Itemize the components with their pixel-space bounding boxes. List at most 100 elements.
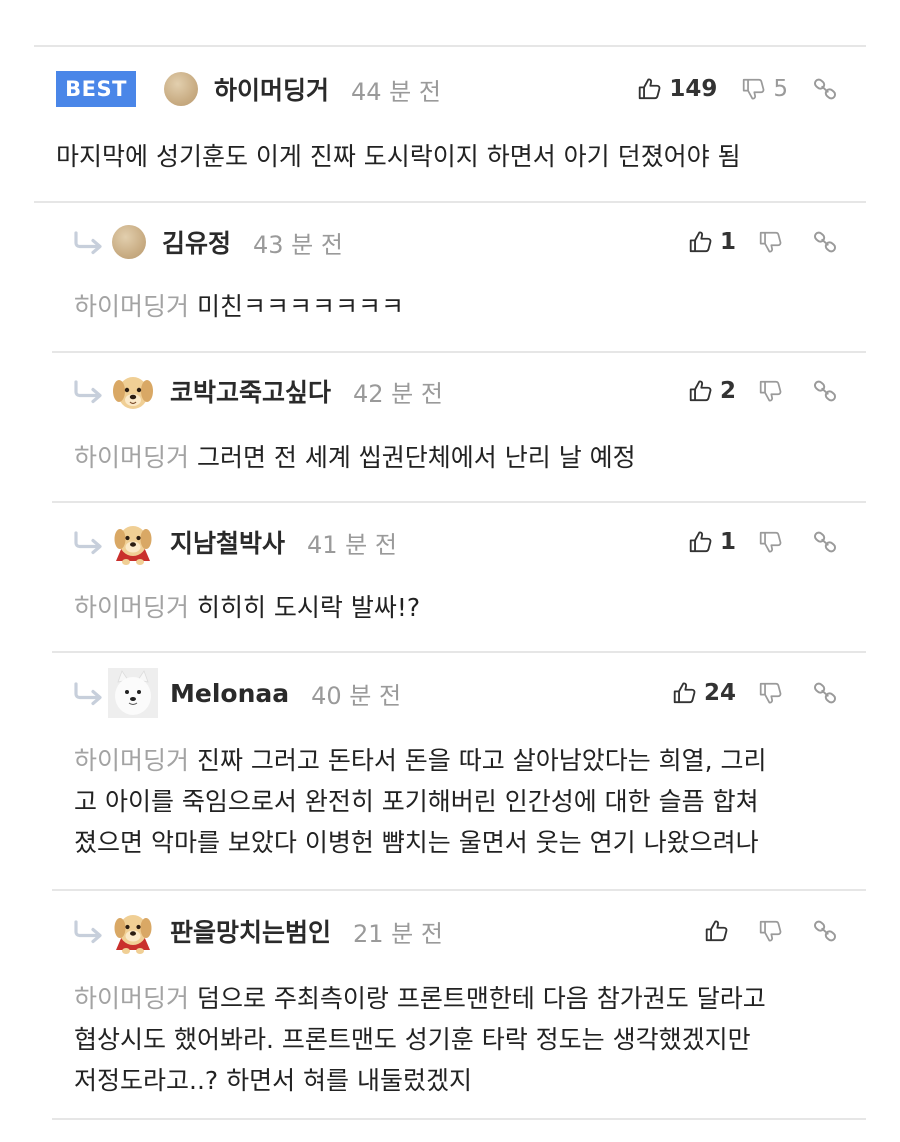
divider [52, 1118, 866, 1120]
reply-line: 하이머딩거 덤으로 주최측이랑 프론트맨한테 다음 참가권도 달라고 [74, 984, 766, 1013]
comment-actions: 1 [670, 229, 838, 255]
comment-actions: 149 5 [619, 76, 838, 102]
thumbs-up-icon [704, 918, 730, 944]
link-icon [812, 378, 838, 404]
avatar[interactable] [108, 668, 158, 718]
comment-text: 하이머딩거 히히히 도시락 발싸!? [74, 587, 846, 628]
share-link-button[interactable] [812, 229, 838, 255]
thumbs-up-icon [688, 529, 714, 555]
comment-text: 마지막에 성기훈도 이게 진짜 도시락이지 하면서 아기 던졌어야 됨 [56, 142, 741, 171]
thumbs-down-icon [758, 918, 784, 944]
thumbs-up-icon [672, 680, 698, 706]
comment-actions: 24 [654, 680, 838, 706]
reply-text: 그러면 전 세계 씹권단체에서 난리 날 예정 [196, 443, 636, 472]
divider [52, 501, 866, 503]
thumbs-up-icon [688, 229, 714, 255]
divider [34, 201, 866, 203]
comment-header: Melonaa 40 분 전 24 [34, 668, 866, 718]
puppy-avatar-icon [108, 366, 158, 416]
comment-header: 지남철박사 41 분 전 1 [34, 517, 866, 567]
like-count: 1 [719, 229, 736, 255]
share-link-button[interactable] [812, 529, 838, 555]
reply-arrow-icon [72, 378, 106, 404]
dislike-button[interactable] [758, 918, 784, 944]
comment-actions [686, 918, 838, 944]
share-link-button[interactable] [812, 76, 838, 102]
dislike-button[interactable] [758, 680, 784, 706]
divider [52, 351, 866, 353]
link-icon [812, 76, 838, 102]
comment-text: 하이머딩거 진짜 그러고 돈타서 돈을 따고 살아남았다는 희열, 그리 고 아… [74, 740, 846, 863]
avatar[interactable] [108, 366, 158, 416]
comment-text: 하이머딩거 덤으로 주최측이랑 프론트맨한테 다음 참가권도 달라고 협상시도 … [74, 978, 846, 1101]
timestamp: 40 분 전 [311, 681, 402, 710]
comment-list: BEST 하이머딩거 44 분 전 149 5 마지막에 성기훈도 이게 진짜 … [34, 0, 866, 1142]
dislike-button[interactable] [758, 529, 784, 555]
dislike-button[interactable]: 5 [741, 76, 788, 102]
username[interactable]: 판을망치는범인 [170, 913, 331, 949]
link-icon [812, 918, 838, 944]
username[interactable]: 코박고죽고싶다 [170, 373, 331, 409]
timestamp: 44 분 전 [351, 77, 441, 106]
thumbs-down-icon [758, 378, 784, 404]
mention[interactable]: 하이머딩거 [74, 443, 189, 472]
divider [34, 45, 866, 47]
avatar[interactable] [112, 225, 146, 259]
mention[interactable]: 하이머딩거 [74, 292, 189, 321]
like-button[interactable]: 1 [688, 229, 736, 255]
thumbs-up-icon [688, 378, 714, 404]
like-button[interactable] [704, 918, 730, 944]
like-count: 149 [669, 76, 718, 102]
username[interactable]: 김유정 [162, 224, 231, 260]
reply-line: 하이머딩거 진짜 그러고 돈타서 돈을 따고 살아남았다는 희열, 그리 [74, 746, 767, 775]
comment-header: 판을망치는범인 21 분 전 [34, 906, 866, 956]
best-badge: BEST [56, 71, 136, 107]
avatar[interactable] [108, 906, 158, 956]
username[interactable]: 지남철박사 [170, 524, 285, 560]
link-icon [812, 529, 838, 555]
timestamp: 41 분 전 [307, 530, 397, 559]
dislike-button[interactable] [758, 229, 784, 255]
puppy-cape-avatar-icon [108, 906, 158, 956]
link-icon [812, 680, 838, 706]
reply-arrow-icon [72, 680, 106, 706]
puppy-cape-avatar-icon [108, 517, 158, 567]
share-link-button[interactable] [812, 680, 838, 706]
share-link-button[interactable] [812, 378, 838, 404]
reply-line: 고 아이를 죽임으로서 완전히 포기해버린 인간성에 대한 슬픔 합쳐 [74, 787, 759, 816]
reply-arrow-icon [72, 529, 106, 555]
comment-actions: 1 [670, 529, 838, 555]
comment-header: BEST 하이머딩거 44 분 전 149 5 [34, 64, 866, 114]
username[interactable]: Melonaa [170, 679, 289, 708]
reply-line: 협상시도 했어봐라. 프론트맨도 성기훈 타락 정도는 생각했겠지만 [74, 1025, 751, 1054]
mention[interactable]: 하이머딩거 [74, 746, 189, 775]
like-button[interactable]: 1 [688, 529, 736, 555]
dislike-button[interactable] [758, 378, 784, 404]
like-count: 1 [719, 529, 736, 555]
like-button[interactable]: 2 [688, 378, 736, 404]
like-count: 2 [719, 378, 736, 404]
like-button[interactable]: 149 [637, 76, 717, 102]
mention[interactable]: 하이머딩거 [74, 984, 189, 1013]
reply-arrow-icon [72, 918, 106, 944]
comment-header: 김유정 43 분 전 1 [34, 217, 866, 267]
share-link-button[interactable] [812, 918, 838, 944]
reply-text: 히히히 도시락 발싸!? [196, 593, 421, 622]
like-button[interactable]: 24 [672, 680, 736, 706]
comment-text: 하이머딩거 그러면 전 세계 씹권단체에서 난리 날 예정 [74, 437, 846, 478]
reply-line: 졌으면 악마를 보았다 이병헌 뺨치는 울면서 웃는 연기 나왔으려나 [74, 828, 759, 857]
thumbs-up-icon [637, 76, 663, 102]
timestamp: 43 분 전 [253, 230, 343, 259]
username[interactable]: 하이머딩거 [214, 71, 329, 107]
avatar[interactable] [108, 517, 158, 567]
reply-line: 저정도라고..? 하면서 혀를 내둘렀겠지 [74, 1066, 473, 1095]
thumbs-down-icon [758, 529, 784, 555]
mention[interactable]: 하이머딩거 [74, 593, 189, 622]
like-count: 24 [703, 680, 736, 706]
reply-arrow-icon [72, 229, 106, 255]
thumbs-down-icon [758, 680, 784, 706]
link-icon [812, 229, 838, 255]
avatar[interactable] [164, 72, 198, 106]
divider [52, 651, 866, 653]
timestamp: 21 분 전 [353, 919, 443, 948]
